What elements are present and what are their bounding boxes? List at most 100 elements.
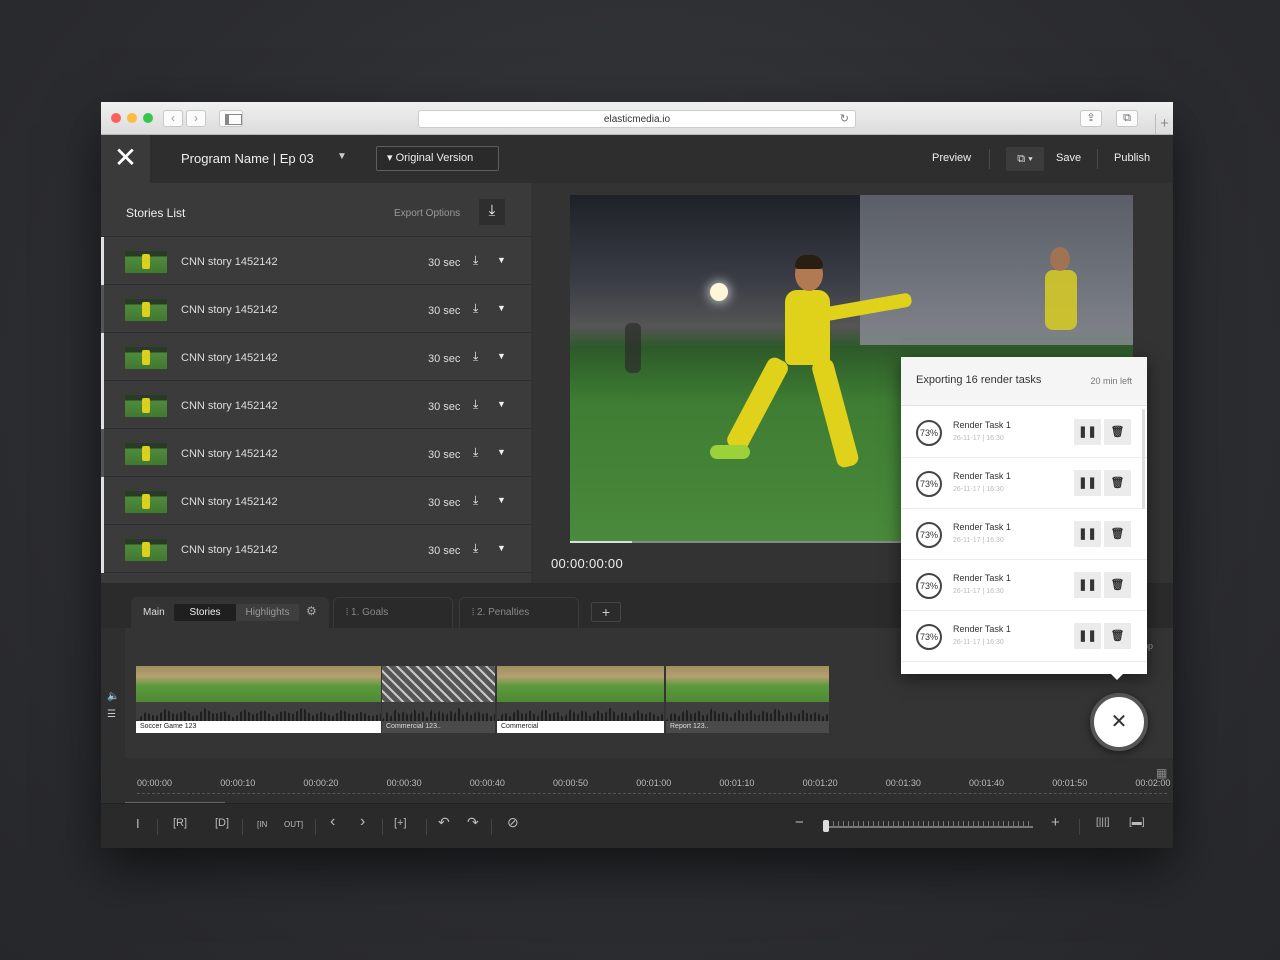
- chevron-down-icon[interactable]: ▼: [497, 495, 506, 505]
- tab-goals[interactable]: ⦙ 1. Goals: [333, 597, 453, 628]
- edit-toolbar: I [R] [D] [IN OUT] ‹ › [+] ↶ ↷ ⊘ − + [||…: [101, 803, 1173, 848]
- back-icon[interactable]: ‹: [163, 110, 183, 127]
- fullscreen-timeline-icon[interactable]: [▬]: [1129, 817, 1145, 828]
- ruler-label: 00:01:00: [636, 778, 672, 788]
- pause-icon[interactable]: ❚❚: [1074, 521, 1101, 547]
- chevron-down-icon[interactable]: ▼: [497, 255, 506, 265]
- render-task-name: Render Task 1: [953, 471, 1011, 481]
- forward-icon[interactable]: ›: [186, 110, 206, 127]
- sidebar-toggle-icon[interactable]: [219, 110, 243, 127]
- pause-icon[interactable]: ❚❚: [1074, 419, 1101, 445]
- download-icon[interactable]: ⤓: [473, 301, 478, 316]
- download-icon[interactable]: ⤓: [473, 253, 478, 268]
- stories-header: Stories List Export Options ⤓: [101, 183, 531, 237]
- preview-button[interactable]: Preview: [932, 152, 971, 164]
- pause-icon[interactable]: ❚❚: [1074, 623, 1101, 649]
- grid-icon[interactable]: ▦: [1156, 766, 1167, 780]
- clip[interactable]: Soccer Game 123: [136, 666, 381, 733]
- zoom-in-icon[interactable]: +: [1051, 814, 1060, 831]
- trash-icon[interactable]: 🗑: [1104, 572, 1131, 598]
- chevron-down-icon[interactable]: ▼: [497, 351, 506, 361]
- story-row[interactable]: CNN story 1452142 30 sec ⤓ ▼: [101, 381, 531, 429]
- mark-in-button[interactable]: [IN: [257, 820, 267, 829]
- chevron-down-icon[interactable]: ▼: [497, 543, 506, 553]
- story-marker: [101, 285, 104, 333]
- export-download-icon[interactable]: ⤓: [479, 199, 505, 225]
- time-ruler[interactable]: 00:00:00 00:00:10 00:00:20 00:00:30 00:00:40…: [125, 758, 1173, 788]
- mark-r-button[interactable]: [R]: [173, 817, 187, 829]
- stories-title: Stories List: [126, 206, 186, 220]
- download-icon[interactable]: ⤓: [473, 493, 478, 508]
- chevron-down-icon[interactable]: ▼: [497, 399, 506, 409]
- track-list-icon[interactable]: ☰: [107, 706, 119, 724]
- trash-icon[interactable]: 🗑: [1104, 470, 1131, 496]
- step-back-icon[interactable]: ‹: [330, 813, 335, 831]
- clip[interactable]: Commercial: [497, 666, 664, 733]
- hide-icon[interactable]: ⊘: [507, 814, 519, 831]
- chevron-down-icon[interactable]: ▼: [497, 303, 506, 313]
- highlights-toggle[interactable]: Highlights: [236, 604, 299, 621]
- tab-main-label: Main: [143, 607, 165, 618]
- download-icon[interactable]: ⤓: [473, 445, 478, 460]
- add-marker-icon[interactable]: [+]: [394, 817, 407, 829]
- undo-icon[interactable]: ↶: [438, 814, 450, 831]
- trash-icon[interactable]: 🗑: [1104, 419, 1131, 445]
- clip[interactable]: Report 123..: [666, 666, 829, 733]
- clip-label: Soccer Game 123: [136, 721, 381, 733]
- trash-icon[interactable]: 🗑: [1104, 623, 1131, 649]
- export-scrollbar[interactable]: [1142, 409, 1145, 509]
- export-options-link[interactable]: Export Options: [394, 208, 460, 219]
- story-row[interactable]: CNN story 1452142 30 sec ⤓ ▼: [101, 429, 531, 477]
- download-icon[interactable]: ⤓: [473, 397, 478, 412]
- tab-main[interactable]: Main Stories Highlights ⚙: [131, 597, 329, 628]
- export-title: Exporting 16 render tasks: [916, 374, 1042, 386]
- close-editor-icon[interactable]: ✕: [101, 135, 150, 183]
- render-task-row: 73% Render Task 1 26-11-17 | 16:30 ❚❚ 🗑: [901, 407, 1147, 458]
- duplicate-menu-icon[interactable]: ⧉ ▾: [1006, 147, 1044, 171]
- reload-icon[interactable]: ↻: [840, 111, 849, 128]
- close-window-button[interactable]: [111, 113, 121, 123]
- fit-timeline-icon[interactable]: [|||]: [1096, 817, 1109, 828]
- story-row[interactable]: CNN story 1452142 30 sec ⤓ ▼: [101, 333, 531, 381]
- story-row[interactable]: CNN story 1452142 30 sec ⤓ ▼: [101, 237, 531, 285]
- program-dropdown-icon[interactable]: ▼: [337, 151, 347, 162]
- trash-icon[interactable]: 🗑: [1104, 521, 1131, 547]
- tabs-overview-icon[interactable]: ⧉: [1116, 110, 1138, 127]
- share-icon[interactable]: ⇪: [1080, 110, 1102, 127]
- zoom-slider-handle[interactable]: [823, 820, 829, 832]
- mark-out-button[interactable]: OUT]: [284, 820, 303, 829]
- close-export-icon[interactable]: ✕: [1090, 693, 1148, 751]
- new-tab-icon[interactable]: +: [1155, 114, 1173, 135]
- chevron-down-icon[interactable]: ▼: [497, 447, 506, 457]
- volume-icon[interactable]: 🔈: [107, 688, 119, 706]
- story-thumbnail: [125, 251, 167, 273]
- version-dropdown[interactable]: ▾ Original Version: [376, 146, 499, 171]
- text-cursor-icon[interactable]: I: [136, 816, 140, 831]
- step-forward-icon[interactable]: ›: [360, 813, 365, 831]
- address-bar[interactable]: elasticmedia.io ↻: [418, 110, 856, 128]
- story-row[interactable]: CNN story 1452142 30 sec ⤓ ▼: [101, 285, 531, 333]
- story-row[interactable]: CNN story 1452142 30 sec ⤓ ▼: [101, 525, 531, 573]
- maximize-window-button[interactable]: [143, 113, 153, 123]
- stories-toggle[interactable]: Stories: [174, 604, 236, 621]
- add-tab-button[interactable]: +: [591, 602, 621, 622]
- mark-d-button[interactable]: [D]: [215, 817, 229, 829]
- zoom-slider-track[interactable]: [823, 826, 1033, 828]
- tab-penalties[interactable]: ⦙ 2. Penalties: [459, 597, 579, 628]
- story-name: CNN story 1452142: [181, 256, 278, 268]
- clip[interactable]: Commercial 123..: [382, 666, 495, 733]
- publish-button[interactable]: Publish: [1114, 152, 1150, 164]
- minimize-window-button[interactable]: [127, 113, 137, 123]
- pause-icon[interactable]: ❚❚: [1074, 470, 1101, 496]
- redo-icon[interactable]: ↷: [467, 814, 479, 831]
- export-panel: Exporting 16 render tasks 20 min left 73…: [901, 357, 1147, 674]
- download-icon[interactable]: ⤓: [473, 349, 478, 364]
- gear-icon[interactable]: ⚙: [306, 604, 317, 618]
- download-icon[interactable]: ⤓: [473, 541, 478, 556]
- pause-icon[interactable]: ❚❚: [1074, 572, 1101, 598]
- program-name[interactable]: Program Name | Ep 03: [181, 151, 314, 166]
- story-row[interactable]: CNN story 1452142 30 sec ⤓ ▼: [101, 477, 531, 525]
- ruler-label: 00:00:10: [220, 778, 256, 788]
- save-button[interactable]: Save: [1056, 152, 1081, 164]
- zoom-out-icon[interactable]: −: [795, 814, 804, 831]
